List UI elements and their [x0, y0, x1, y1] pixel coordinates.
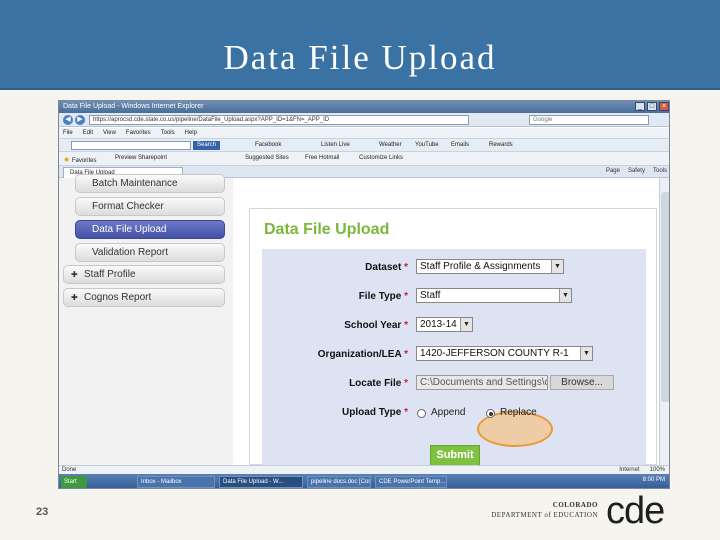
menu-tools[interactable]: Tools	[161, 128, 175, 138]
menu-view[interactable]: View	[103, 128, 116, 138]
submit-button[interactable]: Submit	[430, 445, 480, 466]
window-titlebar: Data File Upload - Windows Internet Expl…	[59, 101, 669, 113]
plus-icon: ✚	[71, 293, 78, 302]
upload-panel: Data File Upload Dataset * Staff Profile…	[249, 208, 657, 466]
page-number: 23	[36, 506, 49, 518]
favorites-bar: ★ Favorites Preview Sharepoint Suggested…	[59, 152, 669, 166]
menu-help[interactable]: Help	[185, 128, 197, 138]
cde-logo-text: COLORADO DEPARTMENT of EDUCATION	[491, 501, 598, 519]
sidebar-group-label: Cognos Report	[84, 292, 152, 303]
organization-label: Organization/LEA *	[317, 349, 408, 360]
browser-search-input[interactable]: Google	[529, 115, 649, 125]
status-bar: Done Internet 100%	[59, 465, 669, 474]
tools-menu[interactable]: Tools	[653, 168, 667, 174]
vertical-scrollbar[interactable]	[659, 178, 669, 465]
file-path-input[interactable]: C:\Documents and Settings\c	[416, 375, 548, 390]
page-content: Batch Maintenance Format Checker Data Fi…	[59, 174, 669, 466]
plus-icon: ✚	[71, 270, 78, 279]
zoom-control[interactable]: 100%	[650, 466, 665, 474]
append-radio[interactable]	[417, 409, 426, 418]
minimize-icon[interactable]: _	[635, 102, 645, 111]
window-title: Data File Upload - Windows Internet Expl…	[63, 103, 204, 110]
toolbar: Search Facebook Listen Live Weather YouT…	[59, 138, 669, 152]
zone-indicator: Internet	[619, 467, 640, 473]
sidebar-item-format-checker[interactable]: Format Checker	[75, 197, 225, 216]
organization-select[interactable]: 1420-JEFFERSON COUNTY R-1 ▼	[416, 346, 593, 361]
file-type-label: File Type *	[358, 291, 408, 302]
taskbar-item-powerpoint[interactable]: CDE PowerPoint Temp...	[375, 476, 447, 488]
start-button[interactable]: Start	[61, 476, 87, 488]
browse-button[interactable]: Browse...	[550, 375, 614, 390]
file-type-select[interactable]: Staff ▼	[416, 288, 572, 303]
windows-taskbar: Start Inbox - Mailbox Data File Upload -…	[59, 474, 669, 488]
url-input[interactable]: https://aprocsd.cde.state.co.us/pipeline…	[89, 115, 469, 125]
sidebar-group-staff-profile[interactable]: ✚ Staff Profile	[63, 265, 225, 284]
safety-menu[interactable]: Safety	[628, 168, 645, 174]
sidebar-group-label: Staff Profile	[84, 269, 136, 280]
chevron-down-icon: ▼	[460, 318, 472, 331]
favorite-link[interactable]: Customize Links	[359, 155, 403, 161]
school-year-label: School Year *	[344, 320, 408, 331]
menu-favorites[interactable]: Favorites	[126, 128, 151, 138]
status-right: Internet 100%	[619, 466, 665, 474]
cde-logo-mark: cde	[606, 490, 664, 532]
address-bar: ◀ ▶ https://aprocsd.cde.state.co.us/pipe…	[59, 113, 669, 127]
upload-type-label: Upload Type *	[342, 407, 408, 418]
cde-logo-icon: cde	[606, 490, 665, 532]
toolbar-search-button[interactable]: Search	[193, 141, 221, 150]
window-controls: _ □ ×	[635, 102, 669, 111]
status-text: Done	[62, 467, 77, 473]
page-menu[interactable]: Page	[606, 168, 620, 174]
close-icon[interactable]: ×	[659, 102, 669, 111]
menu-file[interactable]: File	[63, 128, 73, 138]
dataset-select[interactable]: Staff Profile & Assignments ▼	[416, 259, 564, 274]
append-radio-label: Append	[431, 407, 466, 418]
menu-edit[interactable]: Edit	[83, 128, 93, 138]
menu-bar: File Edit View Favorites Tools Help	[59, 128, 669, 138]
browser-screenshot: Data File Upload - Windows Internet Expl…	[58, 100, 670, 489]
dataset-label: Dataset *	[365, 262, 408, 273]
locate-file-label: Locate File *	[349, 378, 408, 389]
slide-title: Data File Upload	[223, 38, 497, 77]
slide: Data File Upload Data File Upload - Wind…	[0, 0, 720, 540]
scrollbar-thumb[interactable]	[661, 192, 669, 402]
toolbar-item-youtube[interactable]: YouTube	[415, 142, 439, 148]
sidebar-item-batch-maintenance[interactable]: Batch Maintenance	[75, 174, 225, 193]
star-icon: ★	[63, 155, 71, 164]
maximize-icon[interactable]: □	[647, 102, 657, 111]
form-title: Data File Upload	[264, 221, 390, 238]
forward-icon[interactable]: ▶	[75, 115, 85, 125]
taskbar-item-pipeline-docs[interactable]: pipeline docs.doc [Comp...	[307, 476, 371, 488]
taskbar-item-inbox[interactable]: Inbox - Mailbox	[137, 476, 215, 488]
toolbar-item-rewards[interactable]: Rewards	[489, 142, 513, 148]
favorite-link[interactable]: Preview Sharepoint	[115, 155, 167, 161]
sidebar-group-cognos-report[interactable]: ✚ Cognos Report	[63, 288, 225, 307]
school-year-select[interactable]: 2013-14 ▼	[416, 317, 473, 332]
sidebar-item-validation-report[interactable]: Validation Report	[75, 243, 225, 262]
chevron-down-icon: ▼	[559, 289, 571, 302]
command-bar: Page Safety Tools	[606, 168, 667, 174]
toolbar-item-listen-live[interactable]: Listen Live	[321, 142, 350, 148]
replace-radio-label: Replace	[500, 407, 537, 418]
taskbar-item-data-file-upload[interactable]: Data File Upload - W...	[219, 476, 303, 488]
favorite-link[interactable]: Free Hotmail	[305, 155, 339, 161]
toolbar-item-emails[interactable]: Emails	[451, 142, 469, 148]
sidebar: Batch Maintenance Format Checker Data Fi…	[59, 174, 233, 465]
sidebar-item-data-file-upload[interactable]: Data File Upload	[75, 220, 225, 239]
chevron-down-icon: ▼	[580, 347, 592, 360]
title-banner: Data File Upload	[0, 0, 720, 90]
toolbar-search-input[interactable]	[71, 141, 191, 150]
chevron-down-icon: ▼	[551, 260, 563, 273]
taskbar-clock: 8:00 PM	[642, 477, 665, 483]
favorite-link[interactable]: Suggested Sites	[245, 155, 289, 161]
toolbar-item-facebook[interactable]: Facebook	[255, 142, 281, 148]
back-icon[interactable]: ◀	[63, 115, 73, 125]
upload-form: Dataset * Staff Profile & Assignments ▼ F…	[262, 249, 646, 466]
replace-radio[interactable]	[486, 409, 495, 418]
favorites-button[interactable]: ★ Favorites	[63, 155, 97, 164]
toolbar-item-weather[interactable]: Weather	[379, 142, 402, 148]
